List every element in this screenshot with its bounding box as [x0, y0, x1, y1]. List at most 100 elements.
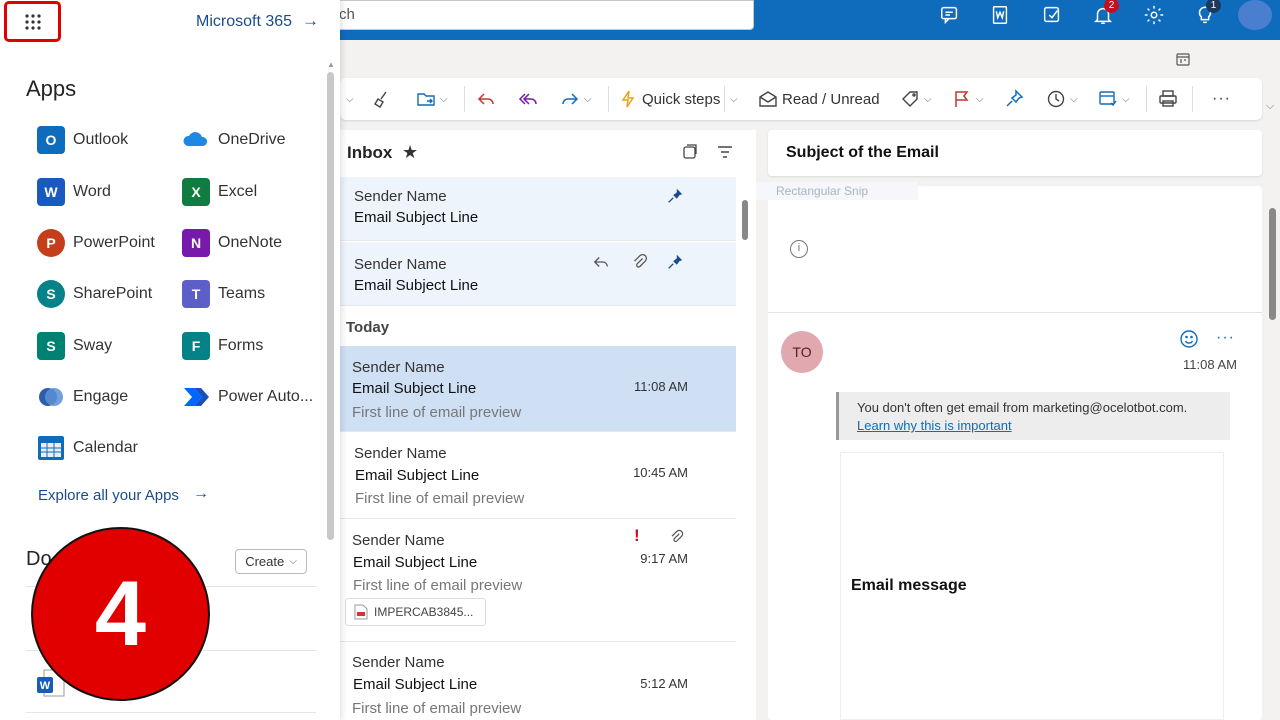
app-label: Engage [73, 388, 129, 405]
tips-icon[interactable]: 1 [1191, 0, 1221, 28]
quick-steps-label: Quick steps [642, 90, 721, 108]
move-to-button[interactable]: ⌵ [416, 86, 448, 112]
sender-name: Sender Name [354, 256, 447, 273]
reply-button[interactable] [476, 86, 496, 112]
arrow-right-icon: → [193, 485, 209, 502]
forward-icon [562, 93, 579, 105]
forward-button[interactable]: ⌵ [560, 86, 592, 112]
search-input[interactable]: ch [320, 0, 754, 30]
attachment-icon[interactable] [630, 253, 648, 271]
arrow-right-icon: → [302, 11, 319, 30]
app-sway[interactable]: S Sway [37, 330, 112, 362]
account-avatar[interactable] [1238, 0, 1272, 30]
engage-icon [39, 388, 63, 406]
message-more-button[interactable]: ··· [1216, 329, 1235, 347]
learn-more-link[interactable]: Learn why this is important [857, 418, 1012, 433]
notifications-icon[interactable]: 2 [1089, 0, 1119, 28]
step-number-badge: 4 [31, 527, 210, 701]
subject-header: Subject of the Email [768, 130, 1262, 176]
onenote-icon: N [182, 229, 210, 257]
info-icon[interactable]: i [790, 240, 808, 258]
chevron-down-icon: ⌵ [289, 556, 297, 567]
more-options-button[interactable]: ··· [1212, 86, 1231, 112]
list-item[interactable]: Sender Name Email Subject Line First lin… [340, 433, 736, 519]
calendar-icon [38, 436, 64, 460]
app-calendar[interactable]: Calendar [37, 432, 138, 464]
sender-avatar[interactable]: TO [781, 331, 823, 373]
sharepoint-icon: S [37, 280, 65, 308]
word-icon: W [37, 178, 65, 206]
create-button[interactable]: Create ⌵ [235, 549, 307, 574]
ribbon-tabs-strip [340, 40, 1280, 76]
favorite-star-icon[interactable]: ★ [402, 142, 418, 163]
email-subject: Email Subject Line [355, 467, 480, 484]
pin-icon[interactable] [666, 187, 684, 205]
list-item[interactable]: Sender Name Email Subject Line [340, 242, 736, 306]
calendar-small-icon[interactable] [1176, 52, 1190, 66]
settings-icon[interactable] [1140, 2, 1168, 28]
sweep-button[interactable] [372, 86, 392, 112]
read-unread-label: Read / Unread [782, 90, 880, 108]
word-doc-icon[interactable] [986, 2, 1014, 28]
app-teams[interactable]: T Teams [182, 278, 265, 310]
flag-button[interactable]: ⌵ [952, 86, 984, 112]
app-engage[interactable]: Engage [37, 381, 128, 413]
scroll-up-arrow[interactable]: ▲ [327, 60, 335, 69]
notes-icon[interactable] [1038, 2, 1066, 28]
list-item[interactable]: Sender Name Email Subject Line First lin… [340, 520, 736, 642]
print-button[interactable] [1158, 86, 1178, 112]
message-list: Inbox ★ Sender Name Email Subject Line S… [340, 130, 756, 720]
app-power-automate[interactable]: Power Auto... [182, 381, 313, 413]
reply-icon[interactable] [592, 253, 610, 271]
email-subject: Email Subject Line [353, 554, 478, 571]
panel-scrollbar[interactable] [327, 72, 334, 540]
quick-steps-button[interactable]: Quick steps [618, 86, 720, 112]
teams-chat-icon[interactable] [936, 2, 964, 28]
excel-icon: X [182, 178, 210, 206]
microsoft-365-link[interactable]: Microsoft 365 [196, 13, 292, 31]
app-label: Power Auto... [218, 388, 314, 405]
pin-button[interactable] [1004, 86, 1024, 112]
clock-icon [1047, 90, 1065, 108]
snip-overlay-label: Rectangular Snip [756, 182, 918, 200]
ribbon-expand-chevron[interactable]: ⌵ [1266, 100, 1274, 113]
list-item[interactable]: Sender Name Email Subject Line [340, 177, 736, 241]
explore-all-apps-link[interactable]: Explore all your Apps [38, 487, 179, 504]
app-label: Word [73, 183, 111, 200]
warning-text: You don't often get email from marketing… [857, 400, 1188, 415]
ribbon-toolbar: ⌵ ⌵ ⌵ Quick steps ⌵ Read / Unread ⌵ ⌵ ⌵ [340, 78, 1262, 120]
rules-button[interactable]: ⌵ [1098, 86, 1130, 112]
snooze-button[interactable]: ⌵ [1046, 86, 1078, 112]
read-unread-button[interactable]: Read / Unread [758, 86, 880, 112]
message-time: 11:08 AM [1183, 357, 1237, 372]
onedrive-icon [183, 132, 208, 146]
emoji-reaction-icon[interactable] [1179, 329, 1199, 349]
app-onenote[interactable]: N OneNote [182, 227, 282, 259]
reading-scrollbar[interactable] [1269, 208, 1276, 320]
app-sharepoint[interactable]: S SharePoint [37, 278, 152, 310]
filter-icon[interactable] [716, 144, 734, 160]
app-launcher-button[interactable] [4, 1, 61, 42]
app-onedrive[interactable]: OneDrive [182, 124, 286, 156]
list-item[interactable]: Sender Name Email Subject Line First lin… [340, 643, 736, 720]
attachment-chip[interactable]: IMPERCAB3845... [345, 598, 486, 626]
reply-all-button[interactable] [518, 86, 538, 112]
email-time: 11:08 AM [634, 379, 688, 394]
app-forms[interactable]: F Forms [182, 330, 263, 362]
forms-icon: F [182, 332, 210, 360]
app-excel[interactable]: X Excel [182, 176, 257, 208]
quick-steps-dropdown[interactable]: ⌵ [730, 86, 738, 112]
app-powerpoint[interactable]: P PowerPoint [37, 227, 155, 259]
select-mode-icon[interactable] [682, 144, 698, 160]
app-outlook[interactable]: O Outlook [37, 124, 128, 156]
email-subject: Email Subject Line [354, 277, 479, 294]
envelope-open-icon [759, 91, 777, 107]
sender-name: Sender Name [352, 532, 445, 549]
list-item[interactable]: Sender Name Email Subject Line First lin… [340, 346, 736, 432]
ribbon-chevron-left[interactable]: ⌵ [346, 86, 354, 112]
tag-icon [902, 91, 918, 107]
pin-icon[interactable] [666, 253, 684, 271]
message-list-scrollbar[interactable] [742, 200, 748, 240]
app-word[interactable]: W Word [37, 176, 111, 208]
tag-button[interactable]: ⌵ [900, 86, 932, 112]
